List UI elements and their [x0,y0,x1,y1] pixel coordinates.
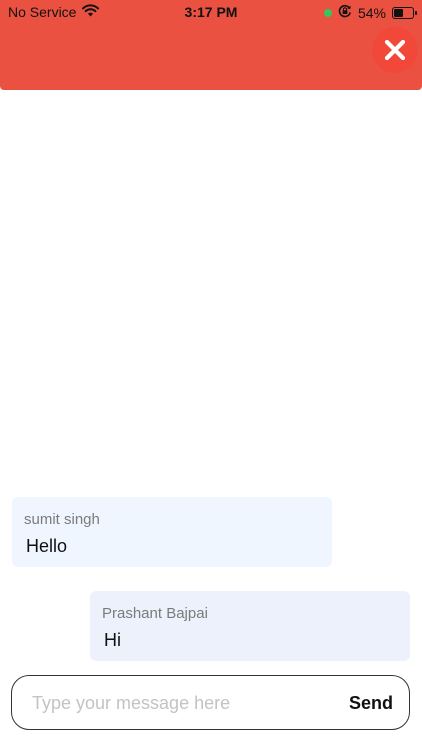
status-bar: No Service 3:17 PM 54% [0,0,422,24]
message-sender: sumit singh [24,511,100,528]
send-button[interactable]: Send [349,693,393,714]
message-input[interactable] [30,684,334,722]
message-bubble: sumit singh Hello [12,497,332,567]
battery-level-fill [394,8,403,17]
message-composer: Send [11,675,410,730]
message-list[interactable]: sumit singh Hello Prashant Bajpai Hi [0,90,422,670]
message-text: Hi [104,630,121,650]
mic-indicator-dot [323,8,332,17]
orientation-lock-icon [338,4,352,21]
close-icon [384,39,406,61]
chat-header: No Service 3:17 PM 54% [0,0,422,90]
battery-icon [392,6,417,19]
message-sender: Prashant Bajpai [102,605,208,622]
message-bubble: Prashant Bajpai Hi [90,591,410,661]
message-text: Hello [26,536,68,556]
status-right: 54% [323,4,417,21]
close-button[interactable] [372,27,418,73]
battery-percentage: 54% [357,4,386,21]
